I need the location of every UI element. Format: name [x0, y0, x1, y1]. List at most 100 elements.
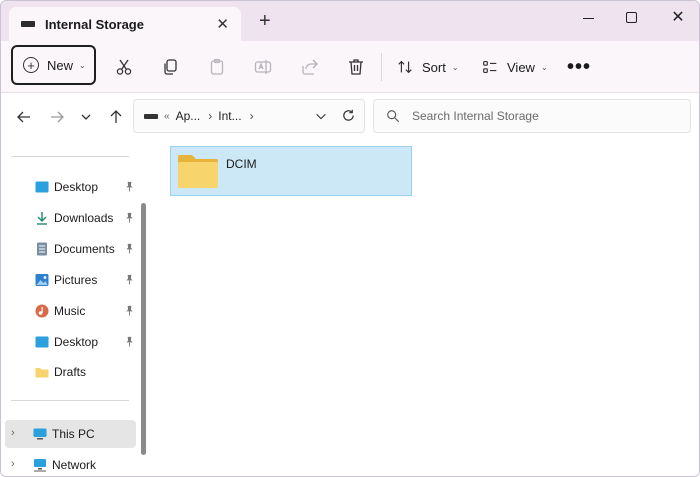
paste-icon [210, 58, 224, 75]
folder-icon [178, 155, 218, 188]
sidebar-item-desktop[interactable]: Desktop [7, 173, 135, 201]
drive-icon [21, 21, 35, 27]
share-button[interactable] [299, 56, 321, 78]
pin-icon [126, 212, 133, 223]
sidebar-item-this-pc[interactable]: › This PC [5, 420, 136, 448]
chevron-down-icon [316, 113, 326, 120]
tab-close-icon[interactable]: ✕ [216, 15, 229, 33]
address-history-button[interactable] [314, 109, 328, 126]
up-button[interactable] [105, 106, 127, 128]
breadcrumb-overflow-icon[interactable]: « [164, 111, 170, 122]
tab-internal-storage[interactable]: Internal Storage ✕ [9, 7, 241, 41]
pin-icon [126, 243, 133, 254]
folder-item-dcim[interactable]: DCIM [170, 146, 412, 196]
folder-name: DCIM [226, 157, 257, 171]
title-bar: Internal Storage ✕ + ✕ [1, 1, 699, 41]
close-window-button[interactable]: ✕ [663, 7, 693, 27]
command-bar: + New ⌄ Sort ⌄ View ⌄ ••• [1, 41, 699, 93]
refresh-icon [343, 109, 354, 121]
desktop-icon [35, 335, 49, 349]
sidebar-item-music[interactable]: Music [7, 297, 135, 325]
sort-label: Sort [422, 59, 446, 75]
sidebar-item-label: Desktop [54, 335, 99, 349]
chevron-down-icon [81, 114, 91, 120]
address-bar[interactable]: « Ap... › Int... › [133, 99, 365, 133]
rename-button[interactable] [252, 56, 274, 78]
forward-button[interactable] [46, 106, 68, 128]
pictures-icon [35, 273, 49, 287]
rename-icon [254, 60, 272, 74]
chevron-down-icon: ⌄ [451, 62, 459, 72]
sidebar-item-label: Desktop [54, 180, 99, 194]
plus-circle-icon: + [23, 57, 39, 73]
cut-button[interactable] [113, 56, 135, 78]
download-icon [35, 211, 49, 225]
view-list-icon [483, 61, 497, 73]
sidebar-scrollbar[interactable] [141, 203, 146, 455]
sidebar-item-desktop-2[interactable]: Desktop [7, 328, 135, 356]
breadcrumb-separator-icon[interactable]: › [250, 109, 254, 123]
search-input[interactable] [412, 109, 672, 123]
file-explorer-window: Internal Storage ✕ + ✕ + New ⌄ Sort ⌄ Vi… [0, 0, 700, 477]
divider [11, 400, 129, 401]
chevron-down-icon: ⌄ [79, 60, 86, 70]
back-button[interactable] [13, 106, 35, 128]
pin-icon [126, 274, 133, 285]
sort-icon [398, 60, 412, 74]
pc-icon [33, 427, 47, 441]
copy-button[interactable] [159, 56, 181, 78]
sidebar-item-label: Documents [54, 242, 115, 256]
sidebar-item-downloads[interactable]: Downloads [7, 204, 135, 232]
breadcrumb-separator-icon[interactable]: › [208, 109, 212, 123]
network-icon [33, 458, 47, 472]
sidebar-item-drafts[interactable]: Drafts [7, 358, 135, 386]
minimize-icon [582, 17, 594, 19]
documents-icon [35, 242, 49, 256]
tab-title: Internal Storage [45, 16, 144, 32]
arrow-right-icon [51, 111, 64, 123]
sidebar-item-label: Network [52, 458, 97, 472]
sidebar-item-label: Music [54, 304, 86, 318]
new-button[interactable]: + New ⌄ [11, 45, 96, 85]
view-button[interactable]: View ⌄ [481, 54, 548, 80]
sidebar-item-label: Pictures [54, 273, 98, 287]
sidebar-item-label: Drafts [54, 365, 87, 379]
maximize-button[interactable] [616, 7, 646, 27]
delete-button[interactable] [345, 56, 367, 78]
toolbar-separator [381, 53, 382, 81]
navigation-row: « Ap... › Int... › [1, 93, 699, 141]
file-list: DCIM [153, 141, 699, 476]
maximize-icon [625, 11, 637, 23]
breadcrumb-item[interactable]: Ap... [176, 109, 201, 123]
copy-icon [164, 59, 177, 75]
trash-icon [349, 59, 363, 75]
search-icon [387, 110, 400, 123]
sidebar-item-label: This PC [52, 427, 95, 441]
chevron-right-icon[interactable]: › [11, 458, 15, 470]
view-label: View [507, 59, 535, 75]
sidebar-item-pictures[interactable]: Pictures [7, 266, 135, 294]
sort-button[interactable]: Sort ⌄ [396, 54, 459, 80]
pin-icon [126, 305, 133, 316]
divider [11, 156, 129, 157]
sidebar-item-documents[interactable]: Documents [7, 235, 135, 263]
new-tab-button[interactable]: + [259, 11, 271, 31]
breadcrumb-item[interactable]: Int... [218, 109, 241, 123]
music-icon [35, 304, 49, 318]
refresh-button[interactable] [341, 108, 356, 126]
chevron-down-icon: ⌄ [540, 62, 548, 72]
chevron-right-icon[interactable]: › [11, 427, 15, 439]
recent-locations-button[interactable] [75, 106, 97, 128]
share-icon [302, 59, 318, 75]
arrow-up-icon [110, 110, 122, 123]
search-box[interactable] [373, 99, 691, 133]
more-options-button[interactable]: ••• [567, 54, 591, 80]
minimize-button[interactable] [573, 7, 603, 27]
desktop-icon [35, 180, 49, 194]
sidebar-item-label: Downloads [54, 211, 114, 225]
arrow-left-icon [17, 111, 30, 123]
navigation-pane: Desktop Downloads Documents Pictures Mus… [1, 141, 151, 476]
drive-icon [144, 113, 158, 119]
paste-button[interactable] [206, 56, 228, 78]
sidebar-item-network[interactable]: › Network [5, 451, 136, 476]
